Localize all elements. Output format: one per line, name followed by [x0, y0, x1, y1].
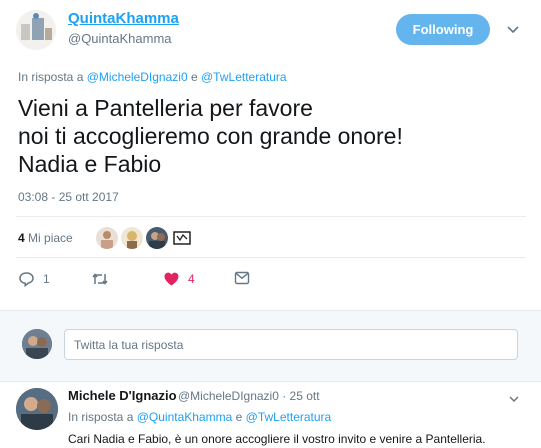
liker-avatar[interactable]	[171, 227, 193, 249]
reply-and: e	[190, 70, 198, 84]
tweet-timestamp[interactable]: 03:08 - 25 ott 2017	[18, 190, 119, 204]
author-avatar[interactable]	[16, 10, 56, 50]
likes-count: 4	[18, 231, 25, 245]
reply-context: In risposta a @QuintaKhamma e @TwLettera…	[68, 410, 331, 424]
reply-user-link[interactable]: @QuintaKhamma	[137, 410, 233, 424]
reply-input[interactable]: Twitta la tua risposta	[64, 329, 518, 360]
like-count: 4	[188, 272, 195, 286]
retweet-icon	[92, 273, 108, 285]
tweet-text: Vieni a Pantelleria per favore noi ti ac…	[18, 95, 403, 177]
likes-label: Mi piace	[28, 231, 73, 245]
reply-author-name[interactable]: Michele D'Ignazio	[68, 388, 177, 403]
author-handle[interactable]: @QuintaKhamma	[68, 31, 172, 46]
message-action[interactable]	[234, 271, 250, 285]
reply-user-link[interactable]: @TwLetteratura	[201, 70, 287, 84]
retweet-action[interactable]	[91, 271, 117, 287]
likes-summary[interactable]: 4 Mi piace	[18, 231, 73, 245]
reply-author-avatar[interactable]	[16, 388, 58, 430]
reply-input-placeholder: Twitta la tua risposta	[74, 337, 184, 352]
reply-user-link[interactable]: @MicheleDIgnazi0	[87, 70, 188, 84]
divider	[16, 257, 526, 258]
message-icon	[234, 271, 250, 285]
heart-icon	[164, 272, 179, 286]
like-action[interactable]: 4	[163, 271, 195, 287]
reply-prefix: In risposta a	[18, 70, 84, 84]
reply-action[interactable]: 1	[18, 271, 50, 287]
liker-avatar[interactable]	[121, 227, 143, 249]
liker-avatar[interactable]	[146, 227, 168, 249]
chevron-down-icon[interactable]	[506, 22, 520, 36]
reply-and: e	[235, 410, 243, 424]
reply-count: 1	[43, 272, 50, 286]
user-avatar[interactable]	[22, 329, 52, 359]
divider	[16, 216, 526, 217]
reply-context: In risposta a @MicheleDIgnazi0 e @TwLett…	[18, 70, 287, 84]
reply-icon	[19, 272, 34, 287]
reply-author-meta[interactable]: @MicheleDIgnazi0 · 25 ott	[178, 389, 320, 403]
chevron-down-icon[interactable]	[508, 392, 520, 404]
reply-user-link[interactable]: @TwLetteratura	[246, 410, 332, 424]
reply-text: Cari Nadia e Fabio, è un onore accoglier…	[68, 432, 486, 446]
reply-prefix: In risposta a	[68, 410, 134, 424]
liker-avatar[interactable]	[96, 227, 118, 249]
author-name[interactable]: QuintaKhamma	[68, 10, 179, 27]
following-button[interactable]: Following	[396, 14, 490, 45]
